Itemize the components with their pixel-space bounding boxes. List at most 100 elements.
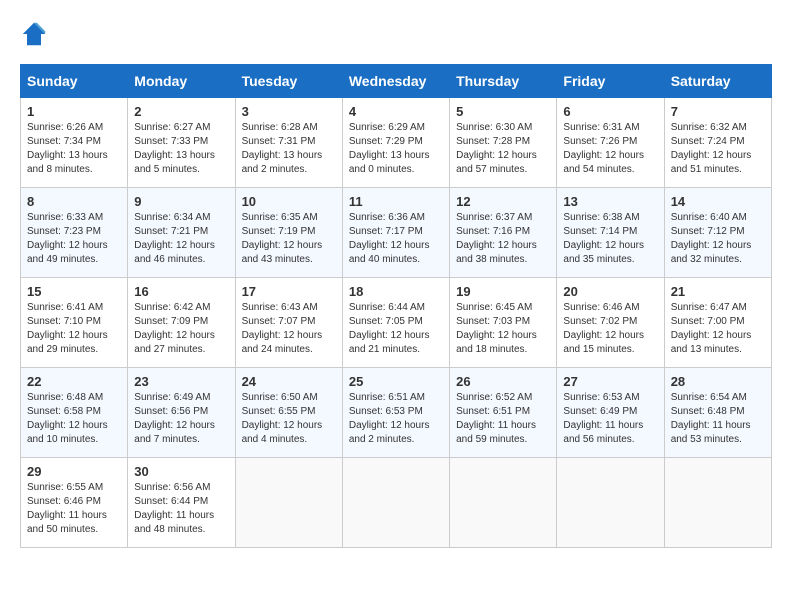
calendar-day-cell: 26 Sunrise: 6:52 AM Sunset: 6:51 PM Dayl… <box>450 368 557 458</box>
calendar-day-cell: 22 Sunrise: 6:48 AM Sunset: 6:58 PM Dayl… <box>21 368 128 458</box>
calendar-day-cell: 27 Sunrise: 6:53 AM Sunset: 6:49 PM Dayl… <box>557 368 664 458</box>
calendar-day-cell: 1 Sunrise: 6:26 AM Sunset: 7:34 PM Dayli… <box>21 98 128 188</box>
day-info: Sunrise: 6:31 AM Sunset: 7:26 PM Dayligh… <box>563 121 657 177</box>
day-number: 29 <box>27 464 121 479</box>
calendar-day-cell: 11 Sunrise: 6:36 AM Sunset: 7:17 PM Dayl… <box>342 188 449 278</box>
day-number: 16 <box>134 284 228 299</box>
calendar-week-row: 15 Sunrise: 6:41 AM Sunset: 7:10 PM Dayl… <box>21 278 772 368</box>
calendar-day-cell: 19 Sunrise: 6:45 AM Sunset: 7:03 PM Dayl… <box>450 278 557 368</box>
calendar-day-cell: 3 Sunrise: 6:28 AM Sunset: 7:31 PM Dayli… <box>235 98 342 188</box>
day-number: 25 <box>349 374 443 389</box>
calendar-day-cell <box>557 458 664 548</box>
day-number: 27 <box>563 374 657 389</box>
page-header <box>20 20 772 48</box>
day-number: 4 <box>349 104 443 119</box>
day-number: 6 <box>563 104 657 119</box>
day-info: Sunrise: 6:28 AM Sunset: 7:31 PM Dayligh… <box>242 121 336 177</box>
day-number: 8 <box>27 194 121 209</box>
calendar-week-row: 22 Sunrise: 6:48 AM Sunset: 6:58 PM Dayl… <box>21 368 772 458</box>
day-info: Sunrise: 6:40 AM Sunset: 7:12 PM Dayligh… <box>671 211 765 267</box>
day-info: Sunrise: 6:37 AM Sunset: 7:16 PM Dayligh… <box>456 211 550 267</box>
calendar-day-cell: 16 Sunrise: 6:42 AM Sunset: 7:09 PM Dayl… <box>128 278 235 368</box>
day-number: 30 <box>134 464 228 479</box>
calendar-day-cell: 14 Sunrise: 6:40 AM Sunset: 7:12 PM Dayl… <box>664 188 771 278</box>
day-number: 18 <box>349 284 443 299</box>
calendar-week-row: 1 Sunrise: 6:26 AM Sunset: 7:34 PM Dayli… <box>21 98 772 188</box>
calendar-day-cell: 29 Sunrise: 6:55 AM Sunset: 6:46 PM Dayl… <box>21 458 128 548</box>
calendar-day-cell: 18 Sunrise: 6:44 AM Sunset: 7:05 PM Dayl… <box>342 278 449 368</box>
day-info: Sunrise: 6:49 AM Sunset: 6:56 PM Dayligh… <box>134 391 228 447</box>
logo-icon <box>20 20 48 48</box>
day-info: Sunrise: 6:51 AM Sunset: 6:53 PM Dayligh… <box>349 391 443 447</box>
day-info: Sunrise: 6:35 AM Sunset: 7:19 PM Dayligh… <box>242 211 336 267</box>
day-info: Sunrise: 6:55 AM Sunset: 6:46 PM Dayligh… <box>27 481 121 537</box>
weekday-header-monday: Monday <box>128 65 235 98</box>
calendar-day-cell: 13 Sunrise: 6:38 AM Sunset: 7:14 PM Dayl… <box>557 188 664 278</box>
day-number: 12 <box>456 194 550 209</box>
weekday-header-row: SundayMondayTuesdayWednesdayThursdayFrid… <box>21 65 772 98</box>
day-info: Sunrise: 6:42 AM Sunset: 7:09 PM Dayligh… <box>134 301 228 357</box>
day-number: 3 <box>242 104 336 119</box>
logo <box>20 20 52 48</box>
calendar-day-cell: 17 Sunrise: 6:43 AM Sunset: 7:07 PM Dayl… <box>235 278 342 368</box>
day-info: Sunrise: 6:45 AM Sunset: 7:03 PM Dayligh… <box>456 301 550 357</box>
day-number: 15 <box>27 284 121 299</box>
calendar-day-cell: 30 Sunrise: 6:56 AM Sunset: 6:44 PM Dayl… <box>128 458 235 548</box>
calendar-day-cell: 23 Sunrise: 6:49 AM Sunset: 6:56 PM Dayl… <box>128 368 235 458</box>
calendar-day-cell <box>450 458 557 548</box>
day-number: 13 <box>563 194 657 209</box>
calendar-day-cell: 15 Sunrise: 6:41 AM Sunset: 7:10 PM Dayl… <box>21 278 128 368</box>
day-info: Sunrise: 6:27 AM Sunset: 7:33 PM Dayligh… <box>134 121 228 177</box>
day-info: Sunrise: 6:46 AM Sunset: 7:02 PM Dayligh… <box>563 301 657 357</box>
day-number: 23 <box>134 374 228 389</box>
calendar-week-row: 8 Sunrise: 6:33 AM Sunset: 7:23 PM Dayli… <box>21 188 772 278</box>
day-info: Sunrise: 6:53 AM Sunset: 6:49 PM Dayligh… <box>563 391 657 447</box>
day-info: Sunrise: 6:26 AM Sunset: 7:34 PM Dayligh… <box>27 121 121 177</box>
calendar-day-cell: 7 Sunrise: 6:32 AM Sunset: 7:24 PM Dayli… <box>664 98 771 188</box>
calendar-day-cell: 5 Sunrise: 6:30 AM Sunset: 7:28 PM Dayli… <box>450 98 557 188</box>
day-number: 5 <box>456 104 550 119</box>
calendar-day-cell <box>342 458 449 548</box>
day-info: Sunrise: 6:43 AM Sunset: 7:07 PM Dayligh… <box>242 301 336 357</box>
day-info: Sunrise: 6:54 AM Sunset: 6:48 PM Dayligh… <box>671 391 765 447</box>
calendar-week-row: 29 Sunrise: 6:55 AM Sunset: 6:46 PM Dayl… <box>21 458 772 548</box>
day-number: 24 <box>242 374 336 389</box>
day-number: 2 <box>134 104 228 119</box>
day-info: Sunrise: 6:33 AM Sunset: 7:23 PM Dayligh… <box>27 211 121 267</box>
calendar-table: SundayMondayTuesdayWednesdayThursdayFrid… <box>20 64 772 548</box>
weekday-header-tuesday: Tuesday <box>235 65 342 98</box>
day-number: 22 <box>27 374 121 389</box>
day-number: 21 <box>671 284 765 299</box>
day-number: 17 <box>242 284 336 299</box>
day-info: Sunrise: 6:52 AM Sunset: 6:51 PM Dayligh… <box>456 391 550 447</box>
day-info: Sunrise: 6:41 AM Sunset: 7:10 PM Dayligh… <box>27 301 121 357</box>
weekday-header-saturday: Saturday <box>664 65 771 98</box>
day-number: 26 <box>456 374 550 389</box>
day-info: Sunrise: 6:30 AM Sunset: 7:28 PM Dayligh… <box>456 121 550 177</box>
calendar-day-cell: 6 Sunrise: 6:31 AM Sunset: 7:26 PM Dayli… <box>557 98 664 188</box>
day-info: Sunrise: 6:38 AM Sunset: 7:14 PM Dayligh… <box>563 211 657 267</box>
calendar-day-cell: 2 Sunrise: 6:27 AM Sunset: 7:33 PM Dayli… <box>128 98 235 188</box>
day-number: 14 <box>671 194 765 209</box>
calendar-day-cell: 9 Sunrise: 6:34 AM Sunset: 7:21 PM Dayli… <box>128 188 235 278</box>
calendar-day-cell: 10 Sunrise: 6:35 AM Sunset: 7:19 PM Dayl… <box>235 188 342 278</box>
day-number: 7 <box>671 104 765 119</box>
weekday-header-thursday: Thursday <box>450 65 557 98</box>
calendar-day-cell: 4 Sunrise: 6:29 AM Sunset: 7:29 PM Dayli… <box>342 98 449 188</box>
day-number: 9 <box>134 194 228 209</box>
calendar-day-cell: 25 Sunrise: 6:51 AM Sunset: 6:53 PM Dayl… <box>342 368 449 458</box>
day-number: 28 <box>671 374 765 389</box>
day-info: Sunrise: 6:47 AM Sunset: 7:00 PM Dayligh… <box>671 301 765 357</box>
calendar-day-cell: 21 Sunrise: 6:47 AM Sunset: 7:00 PM Dayl… <box>664 278 771 368</box>
day-info: Sunrise: 6:50 AM Sunset: 6:55 PM Dayligh… <box>242 391 336 447</box>
calendar-day-cell: 12 Sunrise: 6:37 AM Sunset: 7:16 PM Dayl… <box>450 188 557 278</box>
day-info: Sunrise: 6:48 AM Sunset: 6:58 PM Dayligh… <box>27 391 121 447</box>
calendar-day-cell <box>664 458 771 548</box>
calendar-day-cell: 20 Sunrise: 6:46 AM Sunset: 7:02 PM Dayl… <box>557 278 664 368</box>
day-number: 19 <box>456 284 550 299</box>
day-info: Sunrise: 6:29 AM Sunset: 7:29 PM Dayligh… <box>349 121 443 177</box>
weekday-header-sunday: Sunday <box>21 65 128 98</box>
day-info: Sunrise: 6:44 AM Sunset: 7:05 PM Dayligh… <box>349 301 443 357</box>
weekday-header-friday: Friday <box>557 65 664 98</box>
day-number: 20 <box>563 284 657 299</box>
